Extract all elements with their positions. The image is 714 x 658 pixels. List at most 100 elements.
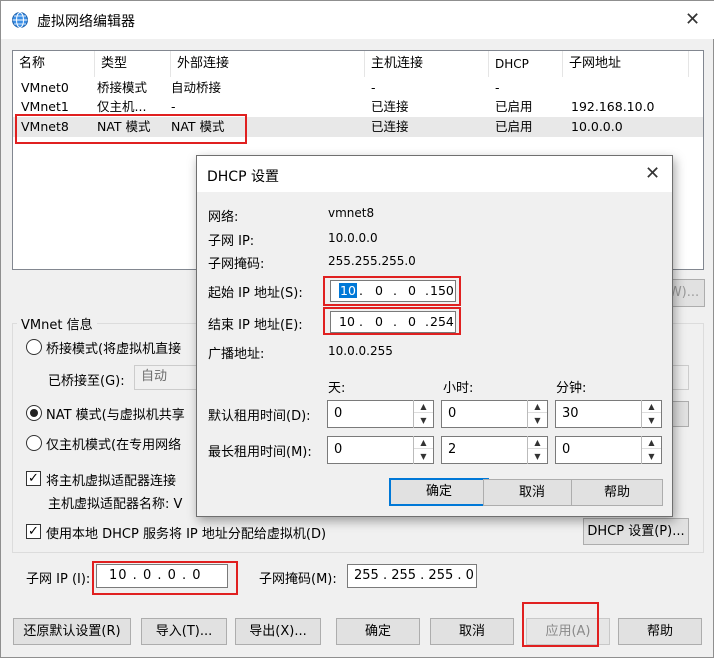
restore-defaults-button[interactable]: 还原默认设置(R) bbox=[13, 618, 131, 645]
cell-subnet: 192.168.10.0 bbox=[571, 99, 655, 114]
max-lease-minutes-spinner[interactable]: ▲ ▼ bbox=[641, 436, 661, 464]
dhcp-settings-dialog: DHCP 设置 ✕ 网络: vmnet8 子网 IP: 10.0.0.0 子网掩… bbox=[196, 155, 673, 517]
default-lease-label: 默认租用时间(D): bbox=[208, 409, 311, 424]
max-lease-hours-spinner[interactable]: ▲ ▼ bbox=[527, 436, 547, 464]
nat-radio-label: NAT 模式(与虚拟机共享 bbox=[46, 408, 185, 423]
cell-subnet: 10.0.0.0 bbox=[571, 119, 623, 134]
column-header-name[interactable]: 名称 bbox=[13, 51, 95, 77]
list-header: 名称 类型 外部连接 主机连接 DHCP 子网地址 bbox=[13, 51, 703, 77]
subnet-mask-input[interactable]: 255 . 255 . 255 . 0 bbox=[347, 564, 477, 588]
globe-icon bbox=[12, 12, 28, 28]
cell-dhcp: - bbox=[495, 80, 500, 95]
hostonly-radio-label: 仅主机模式(在专用网络 bbox=[46, 438, 182, 453]
column-header-external[interactable]: 外部连接 bbox=[171, 51, 365, 77]
max-lease-label: 最长租用时间(M): bbox=[208, 445, 312, 460]
dialog-ok-button[interactable]: 确定 bbox=[389, 478, 489, 506]
ok-button[interactable]: 确定 bbox=[336, 618, 420, 645]
end-ip-label: 结束 IP 地址(E): bbox=[208, 318, 303, 333]
max-lease-hours[interactable]: 2 ▲ ▼ bbox=[441, 436, 548, 464]
cancel-button[interactable]: 取消 bbox=[430, 618, 514, 645]
cell-external: 自动桥接 bbox=[171, 80, 222, 95]
minutes-column-label: 分钟: bbox=[556, 381, 587, 396]
max-lease-minutes[interactable]: 0 ▲ ▼ bbox=[555, 436, 662, 464]
max-lease-hours-value: 2 bbox=[448, 442, 457, 457]
dialog-subnet-ip-label: 子网 IP: bbox=[208, 234, 255, 249]
spin-up-icon[interactable]: ▲ bbox=[414, 436, 433, 449]
adapter-name-label: 主机虚拟适配器名称: V bbox=[48, 497, 183, 512]
bridged-to-label: 已桥接至(G): bbox=[48, 374, 125, 389]
subnet-ip-label: 子网 IP (I): bbox=[26, 572, 91, 587]
bridged-to-select[interactable]: 自动 bbox=[134, 365, 204, 390]
vmnet-info-label: VMnet 信息 bbox=[17, 314, 97, 333]
cell-host: 已连接 bbox=[371, 119, 409, 134]
column-header-dhcp[interactable]: DHCP bbox=[489, 51, 563, 77]
title-bar: 虚拟网络编辑器 ✕ bbox=[1, 1, 714, 39]
column-header-subnet[interactable]: 子网地址 bbox=[563, 51, 689, 77]
network-label: 网络: bbox=[208, 210, 239, 225]
highlight-vmnet8-row bbox=[15, 114, 247, 144]
column-header-host[interactable]: 主机连接 bbox=[365, 51, 489, 77]
hostonly-radio[interactable] bbox=[26, 435, 42, 451]
default-lease-days[interactable]: 0 ▲ ▼ bbox=[327, 400, 434, 428]
spin-down-icon[interactable]: ▼ bbox=[642, 414, 661, 427]
spin-up-icon[interactable]: ▲ bbox=[528, 400, 547, 413]
spin-up-icon[interactable]: ▲ bbox=[528, 436, 547, 449]
bridged-radio[interactable] bbox=[26, 339, 42, 355]
default-lease-hours-value: 0 bbox=[448, 406, 457, 421]
dialog-subnet-mask-value: 255.255.255.0 bbox=[328, 254, 416, 268]
dialog-help-button[interactable]: 帮助 bbox=[571, 479, 663, 506]
connect-adapter-label: 将主机虚拟适配器连接 bbox=[46, 474, 177, 489]
spin-down-icon[interactable]: ▼ bbox=[414, 414, 433, 427]
default-lease-hours[interactable]: 0 ▲ ▼ bbox=[441, 400, 548, 428]
network-value: vmnet8 bbox=[328, 206, 375, 220]
cell-host: 已连接 bbox=[371, 99, 409, 114]
connect-adapter-checkbox[interactable]: ✓ bbox=[26, 471, 41, 486]
cell-host: - bbox=[371, 80, 376, 95]
highlight-apply-button bbox=[522, 602, 599, 647]
dialog-cancel-button[interactable]: 取消 bbox=[483, 479, 581, 506]
dialog-title: DHCP 设置 bbox=[207, 169, 279, 185]
spin-up-icon[interactable]: ▲ bbox=[642, 436, 661, 449]
dialog-subnet-ip-value: 10.0.0.0 bbox=[328, 231, 378, 245]
bridged-radio-label: 桥接模式(将虚拟机直接 bbox=[46, 342, 182, 357]
max-lease-minutes-value: 0 bbox=[562, 442, 571, 457]
cell-dhcp: 已启用 bbox=[495, 99, 533, 114]
cell-subnet bbox=[563, 78, 689, 98]
column-header-type[interactable]: 类型 bbox=[95, 51, 171, 77]
dialog-subnet-mask-label: 子网掩码: bbox=[208, 257, 265, 272]
cell-dhcp: 已启用 bbox=[495, 119, 533, 134]
default-lease-minutes-spinner[interactable]: ▲ ▼ bbox=[641, 400, 661, 428]
default-lease-minutes[interactable]: 30 ▲ ▼ bbox=[555, 400, 662, 428]
highlight-end-ip bbox=[323, 307, 461, 335]
highlight-start-ip bbox=[323, 276, 461, 306]
nat-radio[interactable] bbox=[26, 405, 42, 421]
close-icon[interactable]: ✕ bbox=[685, 11, 700, 29]
dhcp-check-label: 使用本地 DHCP 服务将 IP 地址分配给虚拟机(D) bbox=[46, 527, 327, 542]
highlight-subnet-ip bbox=[92, 561, 238, 595]
spin-down-icon[interactable]: ▼ bbox=[414, 450, 433, 463]
start-ip-label: 起始 IP 地址(S): bbox=[208, 286, 303, 301]
import-button[interactable]: 导入(T)... bbox=[141, 618, 227, 645]
spin-down-icon[interactable]: ▼ bbox=[642, 450, 661, 463]
help-button[interactable]: 帮助 bbox=[618, 618, 702, 645]
export-button[interactable]: 导出(X)... bbox=[235, 618, 321, 645]
days-column-label: 天: bbox=[328, 381, 346, 396]
max-lease-days-spinner[interactable]: ▲ ▼ bbox=[413, 436, 433, 464]
default-lease-hours-spinner[interactable]: ▲ ▼ bbox=[527, 400, 547, 428]
dhcp-settings-button[interactable]: DHCP 设置(P)... bbox=[583, 518, 689, 545]
max-lease-days[interactable]: 0 ▲ ▼ bbox=[327, 436, 434, 464]
spin-down-icon[interactable]: ▼ bbox=[528, 450, 547, 463]
hours-column-label: 小时: bbox=[443, 381, 474, 396]
default-lease-days-spinner[interactable]: ▲ ▼ bbox=[413, 400, 433, 428]
cell-name: VMnet0 bbox=[21, 80, 69, 95]
list-row-vmnet0[interactable]: VMnet0 桥接模式 自动桥接 - - bbox=[13, 78, 703, 98]
dhcp-checkbox[interactable]: ✓ bbox=[26, 524, 41, 539]
spin-down-icon[interactable]: ▼ bbox=[528, 414, 547, 427]
dialog-close-icon[interactable]: ✕ bbox=[645, 165, 660, 183]
broadcast-label: 广播地址: bbox=[208, 347, 265, 362]
default-lease-minutes-value: 30 bbox=[562, 406, 579, 421]
default-lease-days-value: 0 bbox=[334, 406, 343, 421]
spin-up-icon[interactable]: ▲ bbox=[642, 400, 661, 413]
spin-up-icon[interactable]: ▲ bbox=[414, 400, 433, 413]
max-lease-days-value: 0 bbox=[334, 442, 343, 457]
